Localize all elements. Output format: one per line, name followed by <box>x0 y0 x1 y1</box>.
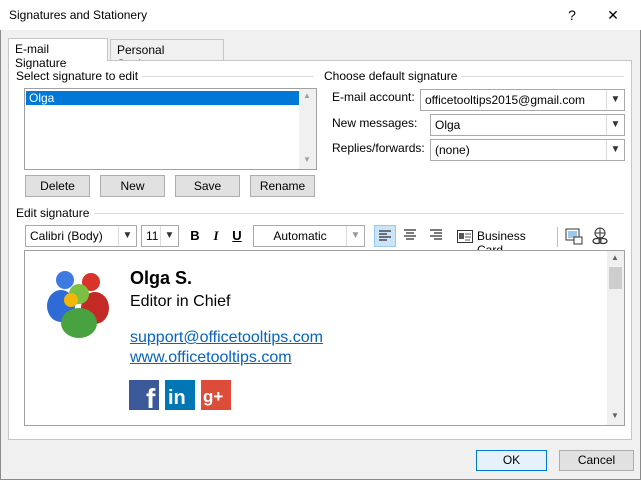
delete-button[interactable]: Delete <box>25 175 90 197</box>
toolbar-separator <box>557 227 558 247</box>
signature-list-item[interactable]: Olga <box>26 91 300 105</box>
svg-text:f: f <box>146 383 156 410</box>
scroll-up-icon[interactable]: ▲ <box>611 253 619 262</box>
default-signature-label: Choose default signature <box>324 69 462 83</box>
new-messages-select[interactable]: Olga ▼ <box>430 114 625 136</box>
font-value: Calibri (Body) <box>30 229 103 243</box>
chevron-down-icon[interactable]: ▼ <box>160 226 178 246</box>
google-plus-icon[interactable]: g+ <box>201 380 231 410</box>
chevron-down-icon[interactable]: ▼ <box>346 226 364 246</box>
email-account-label: E-mail account: <box>332 90 415 104</box>
business-card-icon <box>457 230 473 243</box>
signature-website-link[interactable]: www.officetooltips.com <box>130 349 292 367</box>
new-messages-value: Olga <box>435 118 461 132</box>
font-size-value: 11 <box>146 229 159 243</box>
listbox-scrollbar[interactable]: ▲ ▼ <box>299 89 316 169</box>
insert-hyperlink-button[interactable] <box>589 225 611 247</box>
email-account-value: officetooltips2015@gmail.com <box>425 93 586 107</box>
align-left-button[interactable] <box>374 225 396 247</box>
help-button[interactable]: ? <box>558 4 586 26</box>
editor-scrollbar[interactable]: ▲ ▼ <box>607 251 624 425</box>
title-bar: Signatures and Stationery ? ✕ <box>0 0 641 30</box>
chevron-down-icon[interactable]: ▼ <box>606 115 624 135</box>
group-divider <box>94 213 624 214</box>
new-messages-label: New messages: <box>332 116 418 130</box>
linkedin-icon[interactable]: in <box>165 380 195 410</box>
replies-forwards-label: Replies/forwards: <box>332 141 425 155</box>
svg-text:g+: g+ <box>203 387 223 406</box>
tab-personal-stationery[interactable]: Personal Stationery <box>110 39 224 71</box>
select-signature-label: Select signature to edit <box>16 69 143 83</box>
group-divider <box>138 76 314 77</box>
window-title: Signatures and Stationery <box>9 8 148 22</box>
signature-listbox[interactable]: Olga ▲ ▼ <box>24 88 317 170</box>
new-button[interactable]: New <box>100 175 165 197</box>
cancel-button[interactable]: Cancel <box>559 450 634 471</box>
signature-editor[interactable]: Olga S. Editor in Chief support@officeto… <box>24 250 625 426</box>
group-divider <box>458 76 624 77</box>
chevron-down-icon[interactable]: ▼ <box>118 226 136 246</box>
scroll-down-icon[interactable]: ▼ <box>303 155 311 164</box>
scroll-down-icon[interactable]: ▼ <box>611 411 619 420</box>
align-right-icon <box>430 229 442 240</box>
insert-picture-icon <box>565 228 583 245</box>
ok-button[interactable]: OK <box>476 450 547 471</box>
business-card-button[interactable]: Business Card <box>453 228 553 257</box>
signature-email-link[interactable]: support@officetooltips.com <box>130 329 323 347</box>
chevron-down-icon[interactable]: ▼ <box>606 140 624 160</box>
replies-forwards-select[interactable]: (none) ▼ <box>430 139 625 161</box>
signature-role: Editor in Chief <box>130 293 231 310</box>
align-center-icon <box>404 229 416 240</box>
edit-signature-label: Edit signature <box>16 206 94 220</box>
replies-forwards-value: (none) <box>435 143 470 157</box>
font-color-value: Automatic <box>273 229 327 243</box>
align-right-button[interactable] <box>426 225 448 247</box>
hyperlink-icon <box>592 227 608 245</box>
save-button[interactable]: Save <box>175 175 240 197</box>
tab-email-signature-label: E-mail Signature <box>15 42 67 70</box>
bold-button[interactable]: B <box>186 226 204 246</box>
align-left-icon <box>379 230 391 241</box>
font-size-select[interactable]: 11 ▼ <box>141 225 179 247</box>
font-color-select[interactable]: Automatic ▼ <box>253 225 365 247</box>
email-account-select[interactable]: officetooltips2015@gmail.com ▼ <box>420 89 625 111</box>
scrollbar-thumb[interactable] <box>609 267 622 289</box>
facebook-icon[interactable]: f <box>129 380 159 414</box>
font-select[interactable]: Calibri (Body) ▼ <box>25 225 137 247</box>
close-button[interactable]: ✕ <box>599 4 627 26</box>
chevron-down-icon[interactable]: ▼ <box>606 90 624 110</box>
align-center-button[interactable] <box>400 225 422 247</box>
italic-button[interactable]: I <box>207 226 225 246</box>
people-logo-icon <box>47 271 109 338</box>
insert-picture-button[interactable] <box>563 225 585 247</box>
underline-button[interactable]: U <box>228 226 246 246</box>
svg-text:in: in <box>168 387 186 409</box>
rename-button[interactable]: Rename <box>250 175 315 197</box>
signature-name: Olga S. <box>130 268 193 288</box>
scroll-up-icon[interactable]: ▲ <box>303 91 311 100</box>
tab-email-signature[interactable]: E-mail Signature <box>8 38 108 70</box>
